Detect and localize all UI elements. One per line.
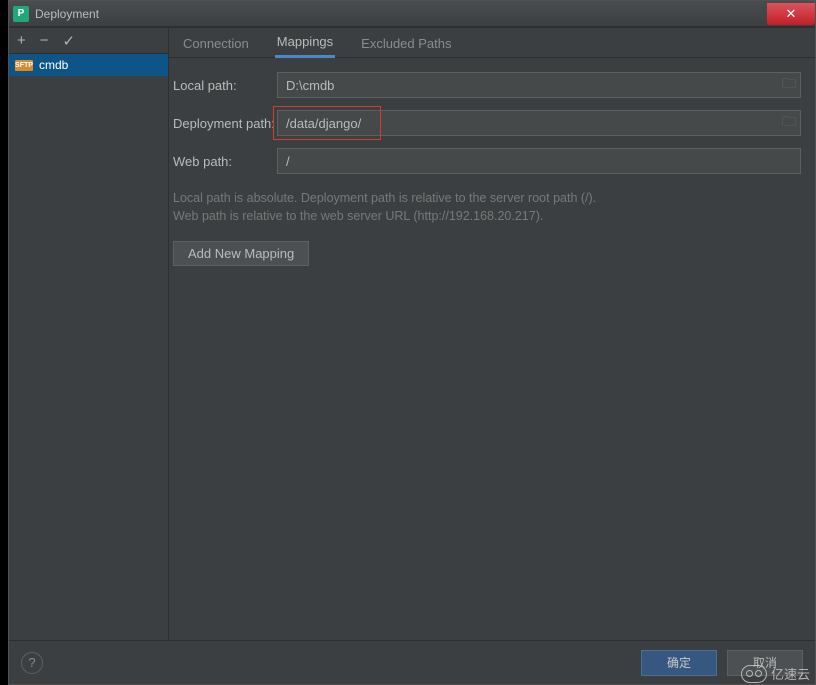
web-path-input-wrap [277, 148, 801, 174]
watermark-logo-icon [741, 665, 767, 683]
local-path-input-wrap: 🗀 [277, 72, 801, 98]
web-path-row: Web path: [169, 148, 801, 174]
ok-button[interactable]: 确定 [641, 650, 717, 676]
sidebar-toolbar: + − ✓ [9, 28, 168, 54]
sidebar: + − ✓ SFTP cmdb [9, 28, 169, 640]
sidebar-item-cmdb[interactable]: SFTP cmdb [9, 54, 168, 76]
watermark-text: 亿速云 [771, 664, 810, 683]
check-icon[interactable]: ✓ [63, 32, 76, 50]
body-area: + − ✓ SFTP cmdb Connection Mappings Excl… [9, 27, 815, 640]
deployment-window: P Deployment ✕ + − ✓ SFTP cmdb Connectio… [8, 0, 816, 685]
deployment-path-input-wrap: 🗀 [277, 110, 801, 136]
tab-mappings[interactable]: Mappings [275, 28, 335, 58]
sftp-badge: SFTP [15, 60, 33, 71]
titlebar: P Deployment ✕ [9, 1, 815, 27]
web-path-input[interactable] [278, 149, 800, 173]
local-path-input[interactable] [278, 73, 778, 97]
folder-icon[interactable]: 🗀 [778, 73, 800, 97]
local-path-label: Local path: [169, 78, 277, 93]
help-line-1: Local path is absolute. Deployment path … [173, 190, 801, 208]
window-title: Deployment [35, 7, 767, 21]
deployment-path-input[interactable] [278, 111, 778, 135]
folder-icon[interactable]: 🗀 [778, 111, 800, 135]
content: Connection Mappings Excluded Paths Local… [169, 28, 815, 640]
deployment-path-label: Deployment path: [169, 116, 277, 131]
local-path-row: Local path: 🗀 [169, 72, 801, 98]
app-icon: P [13, 6, 29, 22]
close-button[interactable]: ✕ [767, 3, 815, 25]
sidebar-list: SFTP cmdb [9, 54, 168, 640]
help-button[interactable]: ? [21, 652, 43, 674]
sidebar-item-label: cmdb [39, 58, 68, 72]
remove-icon[interactable]: − [40, 32, 49, 49]
tab-connection[interactable]: Connection [181, 30, 251, 57]
tab-excluded-paths[interactable]: Excluded Paths [359, 30, 453, 57]
add-mapping-button[interactable]: Add New Mapping [173, 241, 309, 266]
tabs: Connection Mappings Excluded Paths [169, 28, 815, 58]
deployment-path-row: Deployment path: 🗀 [169, 110, 801, 136]
help-text: Local path is absolute. Deployment path … [169, 186, 801, 225]
footer: ? 确定 取消 [9, 640, 815, 684]
add-icon[interactable]: + [17, 32, 26, 49]
watermark: 亿速云 [741, 664, 810, 683]
help-line-2: Web path is relative to the web server U… [173, 208, 801, 226]
form-area: Local path: 🗀 Deployment path: 🗀 [169, 58, 815, 266]
web-path-label: Web path: [169, 154, 277, 169]
